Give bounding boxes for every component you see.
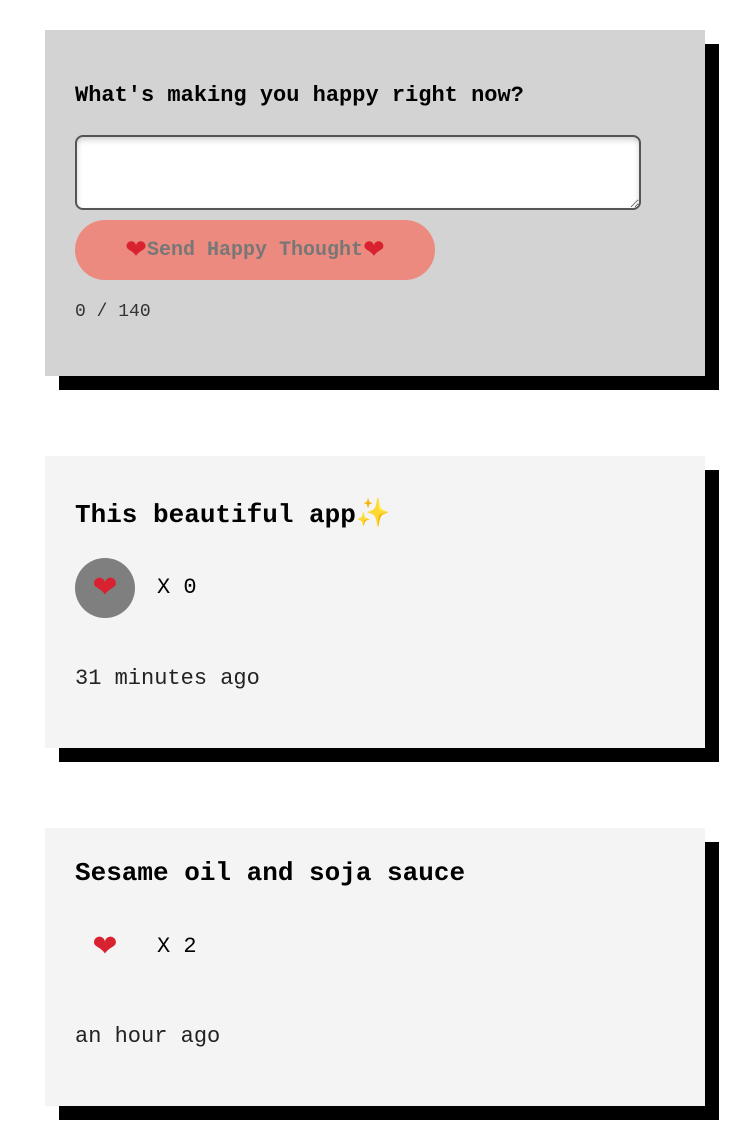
heart-icon: ❤ (125, 235, 147, 265)
sparkles-icon: ✨ (355, 496, 391, 529)
happy-thought-input[interactable] (75, 135, 641, 210)
like-button[interactable]: ❤ (75, 558, 135, 618)
happy-thought-form: What's making you happy right now? ❤ Sen… (45, 30, 705, 376)
like-count-value: 0 (183, 575, 197, 600)
thought-timestamp: 31 minutes ago (75, 666, 260, 691)
thought-timestamp: an hour ago (75, 1024, 221, 1049)
like-button[interactable]: ❤ (75, 917, 135, 977)
like-count: X 0 (157, 574, 197, 602)
heart-icon: ❤ (363, 235, 385, 265)
thought-card: Sesame oil and soja sauce ❤ X 2 an hour … (45, 828, 705, 1106)
like-count-prefix: X (157, 575, 184, 600)
like-count: X 2 (157, 933, 197, 961)
thought-message: Sesame oil and soja sauce (75, 857, 465, 889)
thought-text: Sesame oil and soja sauce (75, 858, 466, 888)
thought-text: This beautiful app (75, 500, 356, 530)
send-button-label: Send Happy Thought (146, 238, 364, 262)
char-count-current: 0 (75, 302, 86, 322)
send-happy-thought-button[interactable]: ❤ Send Happy Thought ❤ (75, 220, 435, 280)
char-count-limit: 140 (118, 302, 151, 322)
form-question: What's making you happy right now? (75, 83, 524, 108)
heart-icon: ❤ (92, 929, 118, 964)
character-counter: 0 / 140 (75, 301, 151, 323)
like-count-prefix: X (157, 934, 184, 959)
thought-message: This beautiful app✨ (75, 497, 391, 531)
heart-icon: ❤ (92, 570, 118, 605)
thought-card: This beautiful app✨ ❤ X 0 31 minutes ago (45, 456, 705, 748)
char-count-separator: / (85, 302, 119, 322)
like-count-value: 2 (183, 934, 197, 959)
